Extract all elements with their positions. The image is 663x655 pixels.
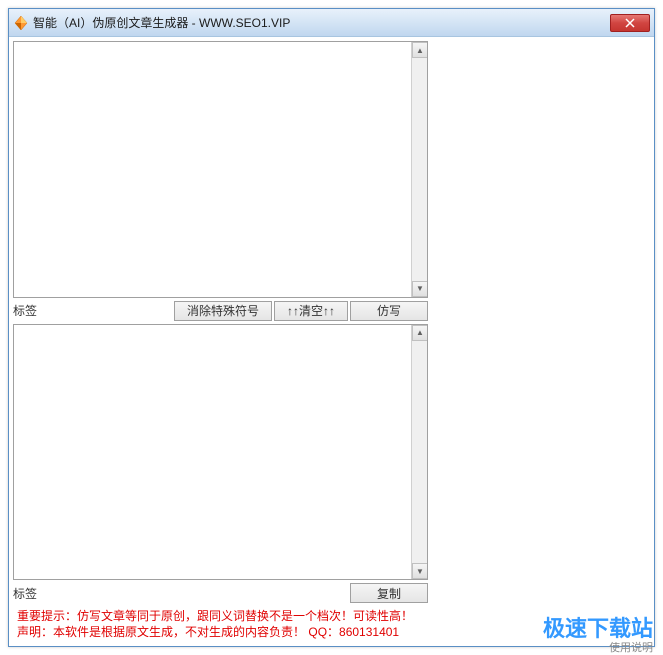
right-panel bbox=[428, 41, 650, 642]
output-textarea[interactable] bbox=[14, 325, 411, 580]
output-textarea-wrapper: ▲ ▼ bbox=[13, 324, 428, 581]
copy-button[interactable]: 复制 bbox=[350, 583, 428, 603]
output-scrollbar[interactable]: ▲ ▼ bbox=[411, 325, 427, 580]
content-area: ▲ ▼ 标签 消除特殊符号 ↑↑清空↑↑ 仿写 ▲ ▼ bbox=[9, 37, 654, 646]
notice-line-2: 声明：本软件是根据原文生成，不对生成的内容负责！ QQ：860131401 bbox=[17, 624, 424, 640]
notice-line-1: 重要提示：仿写文章等同于原创，跟同义词替换不是一个档次！可读性高！ bbox=[17, 608, 424, 624]
clear-special-chars-button[interactable]: 消除特殊符号 bbox=[174, 301, 272, 321]
output-label: 标签 bbox=[13, 585, 37, 602]
scroll-down-icon[interactable]: ▼ bbox=[412, 281, 428, 297]
scroll-up-icon[interactable]: ▲ bbox=[412, 325, 428, 341]
qq-label: QQ： bbox=[308, 625, 339, 639]
notice-area: 重要提示：仿写文章等同于原创，跟同义词替换不是一个档次！可读性高！ 声明：本软件… bbox=[13, 606, 428, 642]
bottom-toolbar: 标签 复制 bbox=[13, 582, 428, 604]
titlebar: 智能（AI）伪原创文章生成器 - WWW.SEO1.VIP bbox=[9, 9, 654, 37]
scroll-down-icon[interactable]: ▼ bbox=[412, 563, 428, 579]
app-window: 智能（AI）伪原创文章生成器 - WWW.SEO1.VIP ▲ ▼ 标签 消除特… bbox=[8, 8, 655, 647]
app-icon bbox=[13, 15, 29, 31]
input-textarea[interactable] bbox=[14, 42, 411, 297]
rewrite-button[interactable]: 仿写 bbox=[350, 301, 428, 321]
window-title: 智能（AI）伪原创文章生成器 - WWW.SEO1.VIP bbox=[33, 14, 610, 31]
scroll-up-icon[interactable]: ▲ bbox=[412, 42, 428, 58]
input-label: 标签 bbox=[13, 302, 37, 319]
clear-all-button[interactable]: ↑↑清空↑↑ bbox=[274, 301, 348, 321]
qq-number: 860131401 bbox=[339, 625, 399, 639]
close-button[interactable] bbox=[610, 14, 650, 32]
disclaimer-text: 声明：本软件是根据原文生成，不对生成的内容负责！ bbox=[17, 625, 305, 639]
top-toolbar: 标签 消除特殊符号 ↑↑清空↑↑ 仿写 bbox=[13, 300, 428, 322]
input-scrollbar[interactable]: ▲ ▼ bbox=[411, 42, 427, 297]
left-panel: ▲ ▼ 标签 消除特殊符号 ↑↑清空↑↑ 仿写 ▲ ▼ bbox=[13, 41, 428, 642]
input-textarea-wrapper: ▲ ▼ bbox=[13, 41, 428, 298]
usage-instructions-link[interactable]: 使用说明 bbox=[609, 639, 653, 655]
